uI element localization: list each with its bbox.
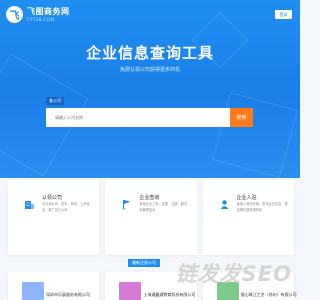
search-bar: 搜索 xyxy=(46,108,253,127)
list-item[interactable]: 深圳市乐展服务有限公司 xyxy=(8,272,100,300)
card-company-join[interactable]: 企业入驻 免费入驻商务网，发布企业信息，提高曝光度获得商机 xyxy=(202,180,294,255)
hero-banner: 飞 飞图商务网 FYT38.COM 登录 企业信息查询工具 免费认领公司获得更多… xyxy=(0,0,300,178)
login-button[interactable]: 登录 xyxy=(275,10,292,19)
card-description: 可认领公司，发布、修改、上传信息，推广自己公司 xyxy=(42,202,90,212)
card-description: 免费入驻商务网，发布企业信息，提高曝光度获得商机 xyxy=(236,202,288,212)
building-icon xyxy=(25,201,34,209)
card-description: 查询企业工商、变更、注册、股东、高管等信息 xyxy=(139,202,191,212)
company-name: 上海通鑫通教育科技有限公司 xyxy=(143,292,196,297)
company-name: 深圳市乐展服务有限公司 xyxy=(46,292,90,297)
company-logo xyxy=(119,282,142,300)
card-company-search[interactable]: 企业查询 查询企业工商、变更、注册、股东、高管等信息 xyxy=(105,180,197,255)
page-title: 企业信息查询工具 xyxy=(85,44,214,62)
search-input[interactable] xyxy=(46,108,230,127)
company-name: 佛山珠江工艺（苏州）有限公司 xyxy=(240,292,297,297)
card-title: 认领公司 xyxy=(42,195,63,201)
hex-decoration xyxy=(212,92,298,178)
site-logo[interactable]: 飞 飞图商务网 FYT38.COM xyxy=(6,6,70,23)
search-button[interactable]: 搜索 xyxy=(230,108,253,127)
tab-search-company[interactable]: 查公司 xyxy=(46,97,64,105)
feature-cards: 认领公司 可认领公司，发布、修改、上传信息，推广自己公司 企业查询 查询企业工商… xyxy=(8,180,294,255)
card-claim-company[interactable]: 认领公司 可认领公司，发布、修改、上传信息，推广自己公司 xyxy=(8,180,100,255)
card-title: 企业入驻 xyxy=(236,195,257,201)
logo-icon: 飞 xyxy=(6,6,23,23)
logo-domain: FYT38.COM xyxy=(27,16,55,22)
flag-icon xyxy=(122,200,131,210)
section-badge: 最新注册公司 xyxy=(128,259,160,267)
watermark: 链发发SEO xyxy=(175,262,292,286)
user-icon xyxy=(220,200,229,209)
logo-name: 飞图商务网 xyxy=(27,6,70,16)
company-logo xyxy=(22,282,44,300)
card-title: 企业查询 xyxy=(139,195,160,201)
page-subtitle: 免费认领公司获得更多商机 xyxy=(119,67,180,73)
